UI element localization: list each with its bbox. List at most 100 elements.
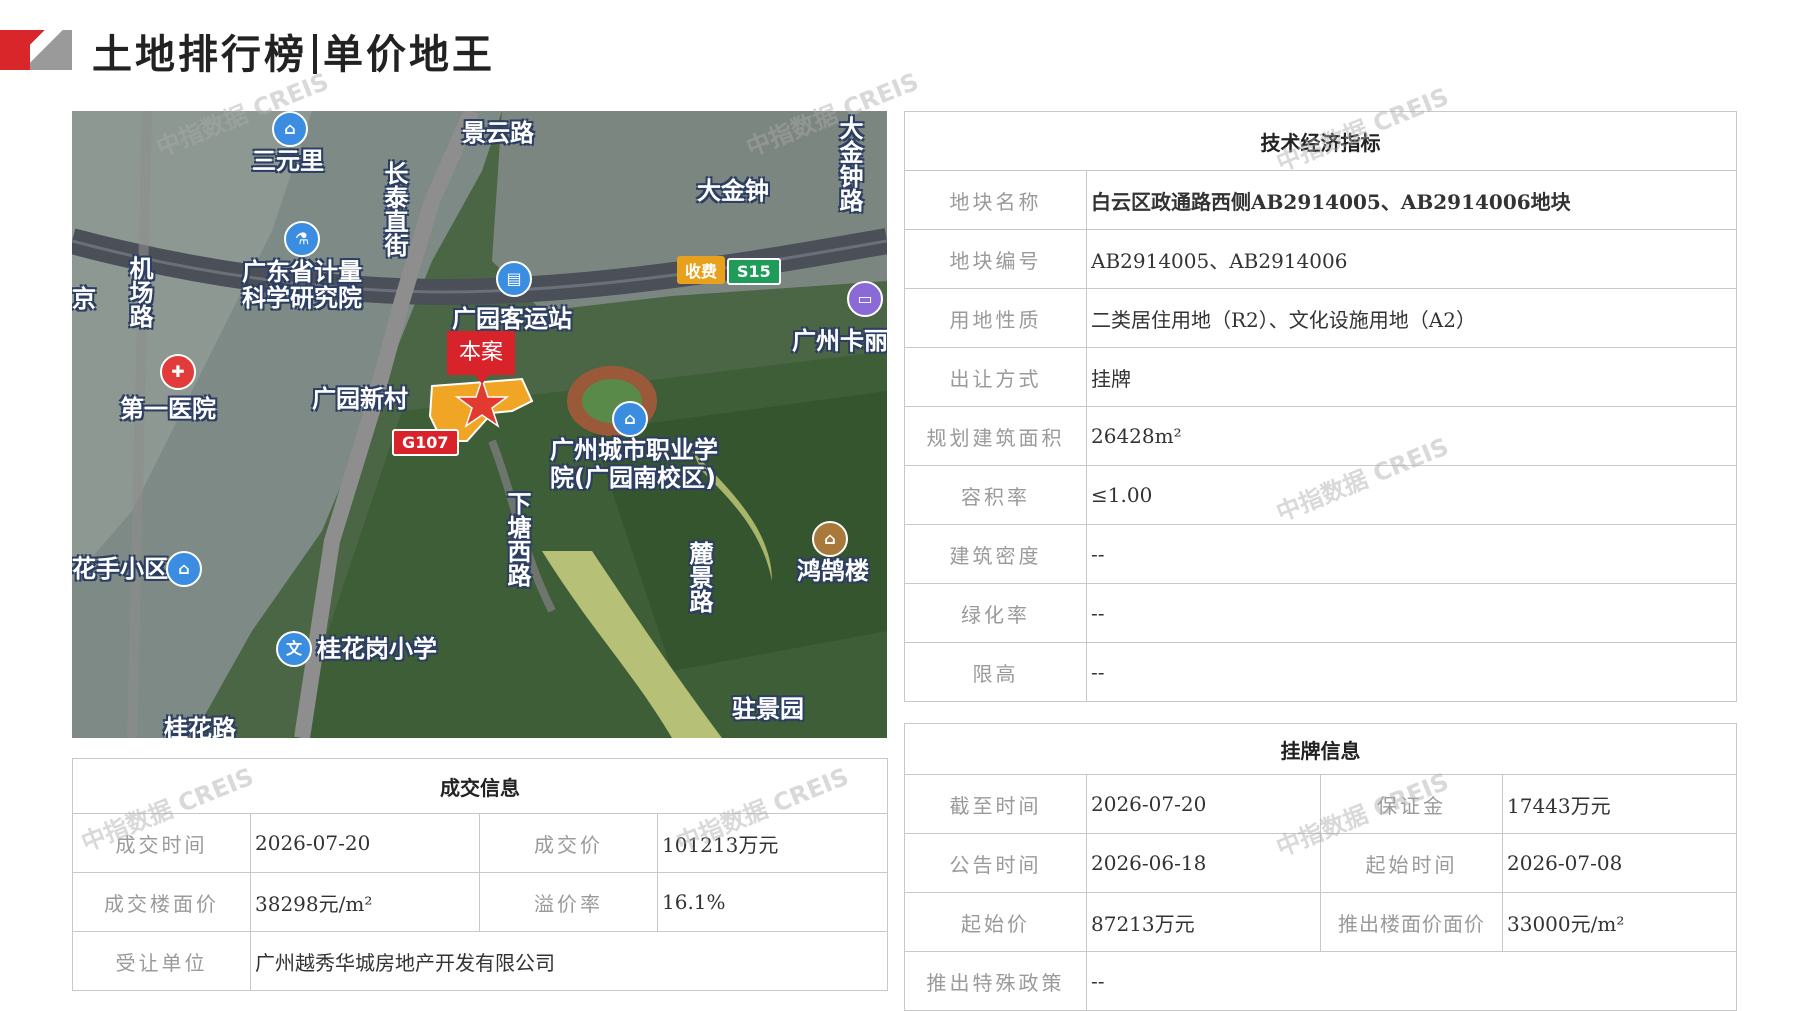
poi-hospital-icon: ✚ — [160, 354, 196, 390]
listing-floor-price-value: 33000元/m² — [1502, 892, 1737, 952]
title-part2: 单价地王 — [323, 31, 495, 78]
g107-badge: G107 — [392, 429, 459, 456]
deal-table-title: 成交信息 — [72, 758, 888, 814]
row-value: ≤1.00 — [1086, 465, 1737, 525]
row-label: 绿化率 — [904, 583, 1087, 643]
listing-deposit-label: 保证金 — [1320, 774, 1503, 834]
table-row: 出让方式 挂牌 — [904, 347, 1737, 407]
table-row: 成交楼面价 38298元/m² 溢价率 16.1% — [72, 872, 888, 932]
header-gray-block — [30, 30, 72, 70]
label-first-hospital: 第一医院 — [120, 395, 216, 423]
row-label: 容积率 — [904, 465, 1087, 525]
label-lushan-road: 麓景路 — [685, 541, 713, 613]
row-value: 二类居住用地（R2）、文化设施用地（A2） — [1086, 288, 1737, 348]
table-row: 公告时间 2026-06-18 起始时间 2026-07-08 — [904, 833, 1737, 893]
poi-bank-icon: ⌂ — [272, 111, 308, 147]
table-row: 地块名称 白云区政通路西侧AB2914005、AB2914006地块 — [904, 170, 1737, 230]
label-guangyuan-xincun: 广园新村 — [312, 385, 408, 413]
s15-badge: S15 — [727, 258, 781, 285]
row-value: 白云区政通路西侧AB2914005、AB2914006地块 — [1086, 170, 1737, 230]
row-label: 建筑密度 — [904, 524, 1087, 584]
listing-deadline-label: 截至时间 — [904, 774, 1087, 834]
project-marker[interactable]: 本案 — [447, 331, 515, 384]
label-daijinzhong-road: 大金钟路 — [835, 116, 863, 212]
table-row: 建筑密度 -- — [904, 524, 1737, 584]
row-label: 规划建筑面积 — [904, 406, 1087, 466]
deal-price-label: 成交价 — [479, 813, 658, 873]
page-title: 土地排行榜 单价地王 — [92, 22, 495, 80]
poi-residence-icon: ⌂ — [166, 551, 202, 587]
row-value: -- — [1086, 524, 1737, 584]
deal-info-table: 成交信息 成交时间 2026-07-20 成交价 101213万元 成交楼面价 … — [72, 758, 888, 991]
table-row: 容积率 ≤1.00 — [904, 465, 1737, 525]
row-label: 用地性质 — [904, 288, 1087, 348]
table-row: 规划建筑面积 26428m² — [904, 406, 1737, 466]
table-row: 地块编号 AB2914005、AB2914006 — [904, 229, 1737, 289]
label-changtai: 长泰直街 — [380, 161, 408, 257]
table-row: 绿化率 -- — [904, 583, 1737, 643]
table-row: 用地性质 二类居住用地（R2）、文化设施用地（A2） — [904, 288, 1737, 348]
listing-start-price-label: 起始价 — [904, 892, 1087, 952]
row-label: 地块名称 — [904, 170, 1087, 230]
listing-deposit-value: 17443万元 — [1502, 774, 1737, 834]
deal-time-value: 2026-07-20 — [250, 813, 480, 873]
deal-floor-value: 38298元/m² — [250, 872, 480, 932]
label-jichang-road: 机场路 — [125, 256, 153, 328]
deal-price-value: 101213万元 — [657, 813, 888, 873]
label-xingtan: 广东省计量科学研究院 — [242, 258, 362, 312]
listing-table-title: 挂牌信息 — [904, 723, 1737, 775]
header-red-block — [0, 30, 30, 70]
table-row: 受让单位 广州越秀华城房地产开发有限公司 — [72, 931, 888, 991]
row-value: 26428m² — [1086, 406, 1737, 466]
label-daijinzhong: 大金钟 — [697, 177, 769, 205]
deal-buyer-label: 受让单位 — [72, 931, 251, 991]
label-vocational-college: 广州城市职业学院(广园南校区) — [550, 436, 718, 492]
row-value: 挂牌 — [1086, 347, 1737, 407]
table-row: 限高 -- — [904, 642, 1737, 702]
poi-primary-school-icon: 文 — [276, 631, 312, 667]
deal-premium-label: 溢价率 — [479, 872, 658, 932]
row-label: 地块编号 — [904, 229, 1087, 289]
table-row: 起始价 87213万元 推出楼面价面价 33000元/m² — [904, 892, 1737, 952]
table-row: 推出特殊政策 -- — [904, 951, 1737, 1011]
poi-hotel-icon: ▭ — [847, 281, 883, 317]
title-part1: 土地排行榜 — [92, 31, 307, 78]
poi-school-icon: ⌂ — [612, 401, 648, 437]
row-value: AB2914005、AB2914006 — [1086, 229, 1737, 289]
listing-deadline-value: 2026-07-20 — [1086, 774, 1321, 834]
listing-start-time-value: 2026-07-08 — [1502, 833, 1737, 893]
row-value: -- — [1086, 583, 1737, 643]
listing-floor-price-label: 推出楼面价面价 — [1320, 892, 1503, 952]
listing-start-time-label: 起始时间 — [1320, 833, 1503, 893]
deal-floor-label: 成交楼面价 — [72, 872, 251, 932]
listing-info-table: 挂牌信息 截至时间 2026-07-20 保证金 17443万元 公告时间 20… — [904, 723, 1737, 1011]
row-label: 限高 — [904, 642, 1087, 702]
listing-policy-value: -- — [1086, 951, 1737, 1011]
listing-announce-value: 2026-06-18 — [1086, 833, 1321, 893]
listing-policy-label: 推出特殊政策 — [904, 951, 1087, 1011]
deal-time-label: 成交时间 — [72, 813, 251, 873]
poi-science-icon: ⚗ — [284, 221, 320, 257]
label-guihuagang: 桂花岗小学 — [317, 635, 437, 663]
table-row: 成交时间 2026-07-20 成交价 101213万元 — [72, 813, 888, 873]
label-huashou-xiaoqu: 花手小区 — [72, 555, 168, 583]
label-guangyuan-station: 广园客运站 — [452, 305, 572, 333]
label-guangzhou-kalai: 广州卡丽 — [792, 327, 887, 355]
label-zhujing-yuan: 驻景园 — [732, 695, 804, 723]
tech-indicator-table: 技术经济指标 地块名称 白云区政通路西侧AB2914005、AB2914006地块… — [904, 111, 1737, 702]
deal-premium-value: 16.1% — [657, 872, 888, 932]
title-divider — [313, 34, 317, 74]
project-marker-label: 本案 — [458, 340, 503, 365]
row-label: 出让方式 — [904, 347, 1087, 407]
table-row: 截至时间 2026-07-20 保证金 17443万元 — [904, 774, 1737, 834]
listing-start-price-value: 87213万元 — [1086, 892, 1321, 952]
label-jingyun-road: 景云路 — [462, 119, 534, 147]
toll-badge: 收费 — [677, 256, 726, 284]
label-left-edge: 京 — [72, 285, 96, 313]
label-guihua-road: 桂花路 — [164, 715, 236, 738]
poi-bus-icon: ▤ — [496, 261, 532, 297]
tech-table-title: 技术经济指标 — [904, 111, 1737, 171]
satellite-map[interactable]: 景云路 三元里 大金钟路 大金钟 长泰直街 机场路 京 广东省计量科学研究院 广… — [72, 111, 887, 738]
row-value: -- — [1086, 642, 1737, 702]
label-xiatang-west-road: 下塘西路 — [503, 491, 531, 587]
